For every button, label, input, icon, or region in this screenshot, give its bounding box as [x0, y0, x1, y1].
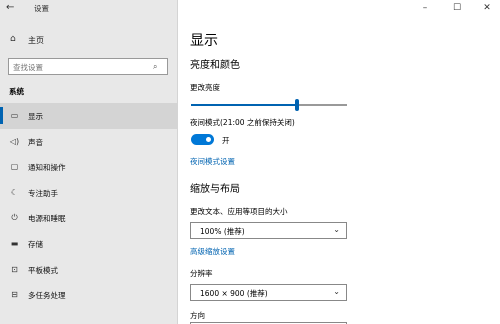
power-icon: ⏻: [11, 213, 18, 223]
sidebar-item-storage[interactable]: ▬ 存储: [0, 231, 178, 257]
sidebar-item-sound[interactable]: ◁) 声音: [0, 129, 178, 155]
sidebar-item-label: 专注助手: [28, 188, 58, 198]
moon-icon: ☾: [10, 187, 19, 197]
scale-dropdown[interactable]: 100% (推荐) ⌄: [190, 222, 347, 239]
resolution-label: 分辨率: [190, 269, 213, 278]
sidebar-item-label: 显示: [28, 112, 43, 121]
chevron-down-icon: ⌄: [333, 287, 340, 296]
sidebar-item-display[interactable]: ▭ 显示: [0, 103, 178, 129]
back-arrow-icon[interactable]: ←: [6, 2, 20, 14]
sidebar-item-label: 电源和睡眠: [28, 214, 66, 224]
brightness-label: 更改亮度: [190, 83, 220, 92]
sidebar-nav: ▭ 显示 ◁) 声音 ▢ 通知和操作 ☾ 专注助手 ⏻ 电源和睡眠 ▬ 存储 ⊡…: [0, 103, 178, 308]
sidebar-item-label: 主页: [28, 36, 44, 45]
slider-thumb[interactable]: [295, 99, 300, 111]
app-title: 设置: [34, 4, 49, 13]
sidebar-item-power-sleep[interactable]: ⏻ 电源和睡眠: [0, 205, 178, 231]
sidebar: ← 设置 ⌂ 主页 ⌕ 系统 ▭ 显示 ◁) 声音 ▢ 通知和操作: [0, 0, 178, 324]
toggle-knob: [206, 137, 211, 142]
orientation-label: 方向: [190, 311, 205, 320]
notification-icon: ▢: [10, 162, 19, 172]
sidebar-item-label: 平板模式: [28, 265, 58, 275]
display-icon: ▭: [10, 111, 19, 120]
sidebar-item-focus-assist[interactable]: ☾ 专注助手: [0, 180, 178, 206]
storage-icon: ▬: [10, 238, 19, 248]
sidebar-item-home[interactable]: ⌂ 主页: [0, 30, 178, 50]
sidebar-item-tablet-mode[interactable]: ⊡ 平板模式: [0, 257, 178, 283]
night-light-label: 夜间模式(21:00 之前保持关闭): [190, 118, 295, 127]
multitasking-icon: ⊟: [11, 290, 18, 300]
sidebar-item-notifications[interactable]: ▢ 通知和操作: [0, 154, 178, 180]
brightness-slider[interactable]: [191, 99, 347, 111]
brightness-section-heading: 亮度和颜色: [190, 60, 240, 71]
sidebar-item-label: 存储: [28, 239, 43, 249]
title-bar: ← 设置: [0, 0, 178, 16]
chevron-down-icon: ⌄: [333, 225, 340, 234]
scale-dropdown-value: 100% (推荐): [200, 227, 245, 236]
slider-fill: [191, 104, 298, 106]
night-light-settings-link[interactable]: 夜间模式设置: [190, 156, 235, 167]
sidebar-item-label: 通知和操作: [28, 163, 66, 173]
section-label-system: 系统: [9, 87, 24, 96]
main-content: 显示 亮度和颜色 更改亮度 夜间模式(21:00 之前保持关闭) 开 夜间模式设…: [179, 0, 500, 324]
settings-window: ← 设置 ⌂ 主页 ⌕ 系统 ▭ 显示 ◁) 声音 ▢ 通知和操作: [0, 0, 500, 324]
sidebar-item-label: 声音: [28, 137, 43, 147]
speaker-icon: ◁): [9, 136, 20, 146]
home-icon: ⌂: [10, 34, 16, 44]
advanced-scaling-link[interactable]: 高级缩放设置: [190, 246, 235, 257]
page-title: 显示: [190, 33, 218, 49]
search-icon[interactable]: ⌕: [153, 61, 163, 72]
scale-section-heading: 缩放与布局: [190, 184, 240, 195]
resolution-dropdown[interactable]: 1600 × 900 (推荐) ⌄: [190, 284, 347, 301]
scale-label: 更改文本、应用等项目的大小: [190, 207, 288, 216]
resolution-dropdown-value: 1600 × 900 (推荐): [200, 289, 268, 298]
night-light-toggle-state: 开: [222, 136, 230, 145]
tablet-icon: ⊡: [11, 264, 18, 274]
sidebar-item-multitasking[interactable]: ⊟ 多任务处理: [0, 282, 178, 308]
search-box[interactable]: ⌕: [8, 58, 168, 75]
search-input[interactable]: [13, 61, 151, 73]
night-light-toggle[interactable]: [191, 134, 214, 145]
sidebar-item-label: 多任务处理: [28, 291, 66, 301]
